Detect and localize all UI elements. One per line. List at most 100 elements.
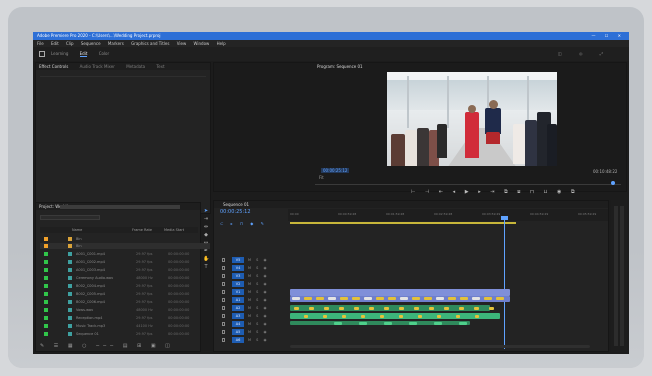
timeline-clip[interactable]: [448, 297, 456, 300]
timeline-clip[interactable]: [361, 315, 365, 318]
ripple-edit-tool-icon[interactable]: ⇹: [203, 224, 209, 230]
timeline-scrollbar[interactable]: [290, 345, 590, 348]
timeline-clip[interactable]: [316, 297, 324, 300]
lock-icon[interactable]: [222, 282, 225, 286]
program-timecode[interactable]: 00:00:25:12: [321, 168, 350, 173]
project-item[interactable]: Music Track.mp3 44100 Hz 00:00:00:00: [40, 323, 210, 329]
track-header[interactable]: V3 M S ◉: [218, 273, 286, 280]
project-item[interactable]: Reception.mp4 29.97 fps 00:00:00:00: [40, 315, 210, 321]
timeline-clip[interactable]: [434, 322, 442, 325]
track-toggle-icons[interactable]: M S ◉: [248, 273, 269, 279]
timeline-timecode[interactable]: 00:00:25:12: [220, 209, 251, 215]
timeline-clip[interactable]: [418, 315, 422, 318]
project-folder[interactable]: Bin: [40, 243, 210, 249]
track-header[interactable]: A6 M S ◉: [218, 337, 286, 344]
track-header[interactable]: A3 M S ◉: [218, 313, 286, 320]
workspace-tab-edit[interactable]: Edit: [79, 51, 88, 57]
track-toggle-icons[interactable]: M S ◉: [248, 329, 269, 335]
window-controls[interactable]: — ☐ ✕: [592, 32, 625, 40]
workspace-tab-color[interactable]: Color: [99, 51, 109, 56]
timeline-clip[interactable]: [444, 307, 449, 310]
timeline-clip[interactable]: [339, 307, 344, 310]
timeline-clip[interactable]: [456, 315, 460, 318]
project-item[interactable]: Vows.wav 48000 Hz 00:00:00:00: [40, 307, 210, 313]
project-folder[interactable]: Bin: [40, 236, 210, 242]
timeline-playhead-marker[interactable]: [501, 216, 508, 220]
type-tool-icon[interactable]: T: [203, 264, 209, 270]
time-ruler[interactable]: 00:00 00:00:59:28 00:01:59:28 00:02:59:28 00…: [288, 209, 608, 221]
track-select-tool-icon[interactable]: ⇥: [203, 216, 209, 222]
selection-tool-icon[interactable]: ➤: [203, 208, 209, 214]
lock-icon[interactable]: [222, 258, 225, 262]
pen-tool-icon[interactable]: ✒: [203, 248, 209, 254]
timeline-clip[interactable]: [328, 297, 336, 300]
timeline-clip[interactable]: [437, 315, 441, 318]
project-item[interactable]: Ceremony Audio.wav 48000 Hz 00:00:00:00: [40, 275, 210, 281]
timeline-clip[interactable]: [290, 321, 470, 325]
timeline-clip[interactable]: [399, 307, 404, 310]
lock-icon[interactable]: [222, 306, 225, 310]
program-fit-select[interactable]: Fit: [319, 175, 324, 180]
timeline-clip[interactable]: [340, 297, 348, 300]
home-icon[interactable]: [39, 51, 45, 57]
timeline-playhead[interactable]: [504, 217, 505, 349]
track-toggle-icons[interactable]: M S ◉: [248, 321, 269, 327]
timeline-clip[interactable]: [376, 297, 384, 300]
track-header[interactable]: A5 M S ◉: [218, 329, 286, 336]
timeline-clip[interactable]: [489, 307, 494, 310]
menu-clip[interactable]: Clip: [66, 41, 74, 46]
workspace-icons[interactable]: ◫ ◎ ⤢: [558, 47, 611, 61]
program-transport-controls[interactable]: ⊢ ⊣ ⇤ ◂ ▶ ▸ ⇥ ⧉ ⧈ ⊓ ⊔ ◉ ⧉: [411, 189, 579, 195]
razor-tool-icon[interactable]: ◆: [203, 232, 209, 238]
track-header[interactable]: V1 M S ◉: [218, 289, 286, 296]
timeline-clip[interactable]: [472, 297, 480, 300]
timeline-clip[interactable]: [384, 322, 392, 325]
timeline-clip[interactable]: [424, 297, 432, 300]
timeline-clip[interactable]: [460, 297, 468, 300]
project-item[interactable]: Sequence 01 29.97 fps 00:00:00:00: [40, 331, 210, 337]
timeline-clip[interactable]: [334, 322, 342, 325]
track-toggle-icons[interactable]: M S ◉: [248, 281, 269, 287]
menu-graphics[interactable]: Graphics and Titles: [131, 41, 169, 46]
timeline-clip[interactable]: [352, 297, 360, 300]
tab-program[interactable]: Program: Sequence 01: [317, 64, 363, 69]
track-header[interactable]: A4 M S ◉: [218, 321, 286, 328]
lock-icon[interactable]: [222, 314, 225, 318]
timeline-clip[interactable]: [292, 297, 300, 300]
lock-icon[interactable]: [222, 298, 225, 302]
program-playhead[interactable]: [611, 181, 615, 185]
hand-tool-icon[interactable]: ✋: [203, 256, 209, 262]
timeline-clip[interactable]: [290, 313, 500, 319]
project-search-input[interactable]: [40, 215, 100, 220]
lock-icon[interactable]: [222, 266, 225, 270]
timeline-clip[interactable]: [323, 315, 327, 318]
lock-icon[interactable]: [222, 338, 225, 342]
timeline-clip[interactable]: [364, 297, 372, 300]
timeline-clip[interactable]: [309, 307, 314, 310]
timeline-clip[interactable]: [459, 322, 467, 325]
tab-sequence[interactable]: Sequence 01: [223, 202, 249, 207]
menu-markers[interactable]: Markers: [108, 41, 124, 46]
timeline-clip[interactable]: [409, 322, 417, 325]
track-header[interactable]: A1 M S ◉: [218, 297, 286, 304]
timeline-clip[interactable]: [474, 307, 479, 310]
timeline-clip[interactable]: [294, 307, 299, 310]
timeline-clip[interactable]: [304, 315, 308, 318]
timeline-toolbar-icons[interactable]: ⊂ ▸ ⊓ ◆ ✎: [220, 221, 267, 226]
timeline-clip[interactable]: [354, 307, 359, 310]
timeline-clip[interactable]: [388, 297, 396, 300]
tab-metadata[interactable]: Metadata: [126, 64, 145, 69]
project-item[interactable]: B002_C006.mp4 29.97 fps 00:00:00:00: [40, 299, 210, 305]
project-item[interactable]: A001_C001.mp4 29.97 fps 00:00:00:00: [40, 251, 210, 257]
menu-help[interactable]: Help: [217, 41, 226, 46]
lock-icon[interactable]: [222, 274, 225, 278]
timeline-clip[interactable]: [400, 297, 408, 300]
timeline-clip[interactable]: [304, 297, 312, 300]
lock-icon[interactable]: [222, 322, 225, 326]
timeline-clip[interactable]: [399, 315, 403, 318]
column-media-start[interactable]: Media Start: [164, 227, 184, 233]
timeline-clip[interactable]: [342, 315, 346, 318]
project-item[interactable]: B002_C004.mp4 29.97 fps 00:00:00:00: [40, 283, 210, 289]
menu-file[interactable]: File: [37, 41, 44, 46]
timeline-clip[interactable]: [436, 297, 444, 300]
